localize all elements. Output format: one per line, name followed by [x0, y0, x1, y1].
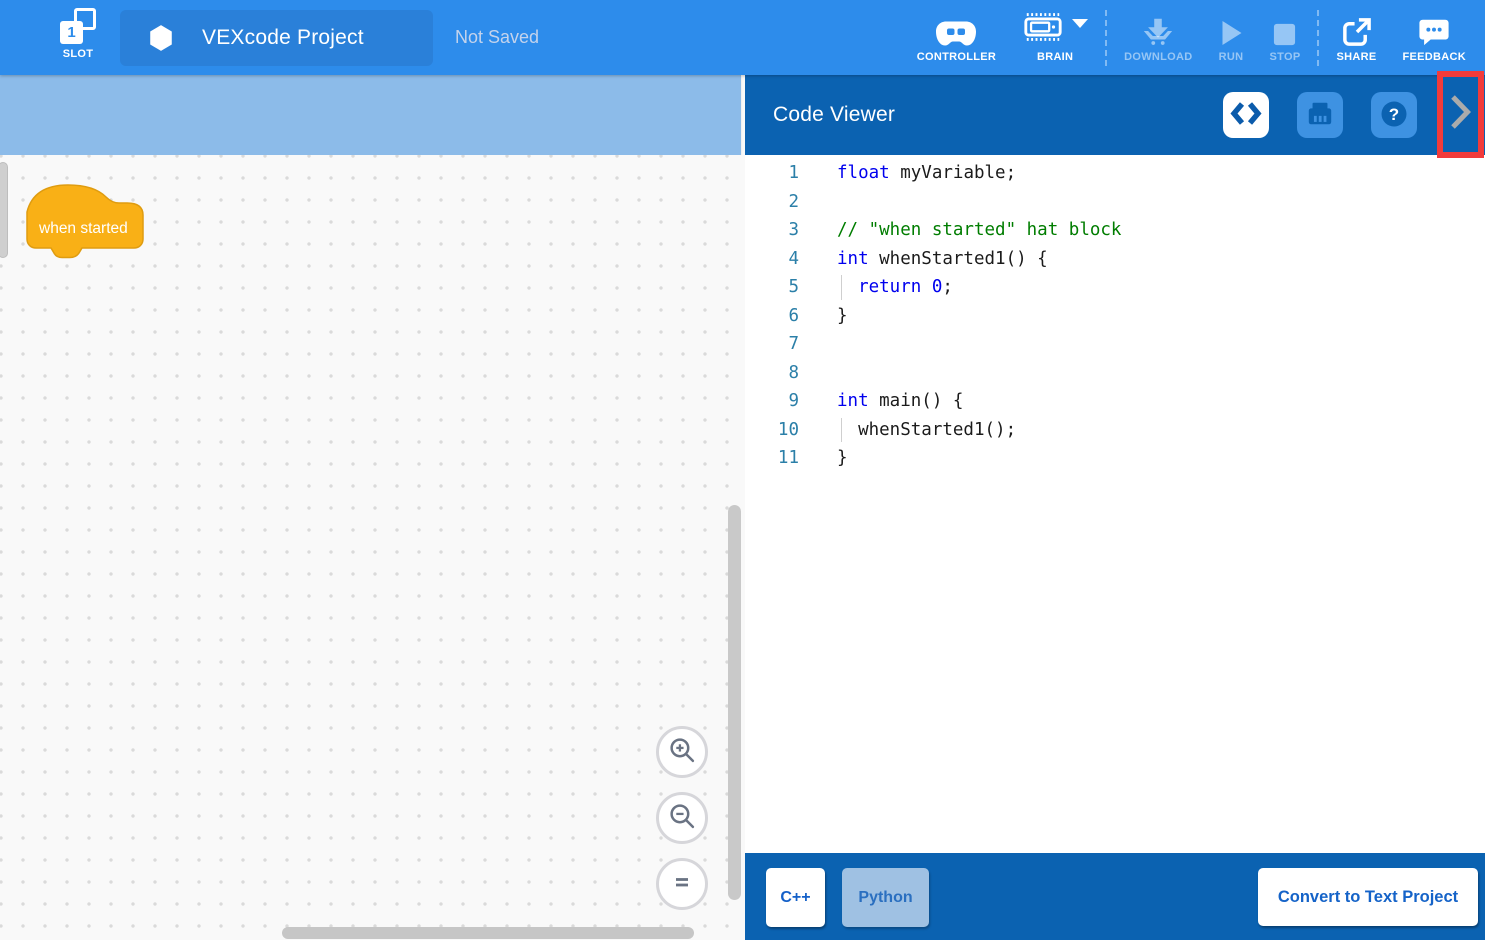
line-number: 9 — [745, 387, 799, 416]
code-text: return 0; — [837, 273, 953, 302]
python-tab[interactable]: Python — [842, 868, 929, 927]
help-button[interactable]: ? — [1371, 92, 1417, 138]
top-toolbar: 1 SLOT VEXcode Project Not Saved CONTROL… — [0, 0, 1485, 75]
code-line: 9 int main() { — [745, 387, 1485, 416]
code-viewer-panel: Code Viewer — [745, 75, 1485, 940]
slot-button[interactable]: 1 SLOT — [52, 6, 104, 70]
convert-to-text-button[interactable]: Convert to Text Project — [1258, 868, 1478, 926]
code-line: 5 return 0; — [745, 273, 1485, 302]
code-viewer-title: Code Viewer — [773, 103, 895, 127]
magnifier-plus-icon — [668, 736, 696, 769]
code-line: 3 // "when started" hat block — [745, 216, 1485, 245]
controller-icon — [936, 13, 976, 47]
code-line: 2 — [745, 188, 1485, 217]
run-label: RUN — [1219, 51, 1244, 63]
controller-label: CONTROLLER — [917, 51, 996, 63]
line-number: 2 — [745, 188, 799, 217]
print-icon — [1306, 100, 1334, 131]
code-line: 7 — [745, 330, 1485, 359]
when-started-block[interactable]: when started — [26, 184, 144, 264]
brain-icon — [1022, 12, 1064, 47]
equals-icon — [669, 869, 695, 900]
download-button[interactable]: DOWNLOAD — [1111, 0, 1205, 75]
code-text: int main() { — [837, 387, 963, 416]
print-button[interactable] — [1297, 92, 1343, 138]
line-number: 10 — [745, 416, 799, 445]
code-line: 4 int whenStarted1() { — [745, 245, 1485, 274]
stop-icon — [1272, 13, 1297, 47]
code-viewer-header: Code Viewer — [745, 75, 1485, 155]
line-number: 4 — [745, 245, 799, 274]
line-number: 8 — [745, 359, 799, 388]
share-icon — [1341, 13, 1372, 47]
toolbar-separator — [1317, 10, 1319, 66]
stop-button[interactable]: STOP — [1257, 0, 1314, 75]
share-label: SHARE — [1336, 51, 1376, 63]
code-line: 10 whenStarted1(); — [745, 416, 1485, 445]
code-line: 11} — [745, 444, 1485, 473]
toolbar-separator — [1105, 10, 1107, 66]
save-status: Not Saved — [455, 0, 539, 75]
chevron-down-icon — [1072, 19, 1088, 28]
block-label: when started — [38, 220, 128, 237]
slot-label: SLOT — [63, 48, 94, 60]
feedback-label: FEEDBACK — [1402, 51, 1466, 63]
code-text: int whenStarted1() { — [837, 245, 1048, 274]
play-icon — [1219, 13, 1244, 47]
toolbar-actions: CONTROLLER BRAIN — [904, 0, 1479, 75]
line-number: 7 — [745, 330, 799, 359]
brain-label: BRAIN — [1037, 51, 1073, 63]
svg-text:?: ? — [1389, 105, 1399, 124]
chevron-right-icon — [1450, 94, 1471, 135]
project-title: VEXcode Project — [202, 26, 364, 50]
highlight-annotation — [1437, 71, 1484, 158]
feedback-button[interactable]: FEEDBACK — [1389, 0, 1479, 75]
brain-button[interactable]: BRAIN — [1009, 0, 1101, 75]
toolbox-strip — [0, 75, 741, 155]
zoom-reset-button[interactable] — [656, 858, 708, 910]
left-scrollbar-thumb[interactable] — [0, 162, 8, 258]
question-mark-icon: ? — [1379, 99, 1409, 132]
code-brackets-icon — [1230, 101, 1262, 129]
hexagon-icon — [148, 24, 174, 52]
line-number: 5 — [745, 273, 799, 302]
stop-label: STOP — [1270, 51, 1301, 63]
run-button[interactable]: RUN — [1206, 0, 1257, 75]
collapse-code-viewer-button[interactable] — [1443, 77, 1478, 152]
horizontal-scrollbar-thumb[interactable] — [282, 927, 694, 939]
feedback-icon — [1418, 13, 1450, 47]
code-line: 6} — [745, 302, 1485, 331]
project-name-button[interactable]: VEXcode Project — [120, 10, 433, 66]
code-area: 1 float myVariable; 23 // "when started" ha… — [745, 155, 1485, 853]
slot-number: 1 — [60, 21, 83, 44]
download-icon — [1141, 13, 1175, 47]
share-button[interactable]: SHARE — [1323, 0, 1389, 75]
download-label: DOWNLOAD — [1124, 51, 1192, 63]
code-viewer-footer: C++ Python Convert to Text Project — [745, 853, 1485, 940]
line-number: 6 — [745, 302, 799, 331]
code-text: float myVariable; — [837, 159, 1016, 188]
line-number: 11 — [745, 444, 799, 473]
zoom-in-button[interactable] — [656, 726, 708, 778]
slot-icon: 1 — [60, 8, 96, 44]
code-text: } — [837, 444, 848, 473]
vertical-scrollbar-thumb[interactable] — [728, 505, 741, 900]
blocks-workspace: when started — [0, 75, 745, 940]
controller-button[interactable]: CONTROLLER — [904, 0, 1009, 75]
cpp-tab[interactable]: C++ — [766, 868, 825, 927]
zoom-controls — [656, 726, 708, 924]
zoom-out-button[interactable] — [656, 792, 708, 844]
blocks-canvas[interactable]: when started — [0, 155, 745, 940]
code-text: whenStarted1(); — [837, 416, 1016, 445]
line-number: 1 — [745, 159, 799, 188]
magnifier-minus-icon — [668, 802, 696, 835]
code-text: // "when started" hat block — [837, 216, 1121, 245]
code-line: 8 — [745, 359, 1485, 388]
code-text: } — [837, 302, 848, 331]
line-number: 3 — [745, 216, 799, 245]
code-line: 1 float myVariable; — [745, 159, 1485, 188]
code-toggle-button[interactable] — [1223, 92, 1269, 138]
